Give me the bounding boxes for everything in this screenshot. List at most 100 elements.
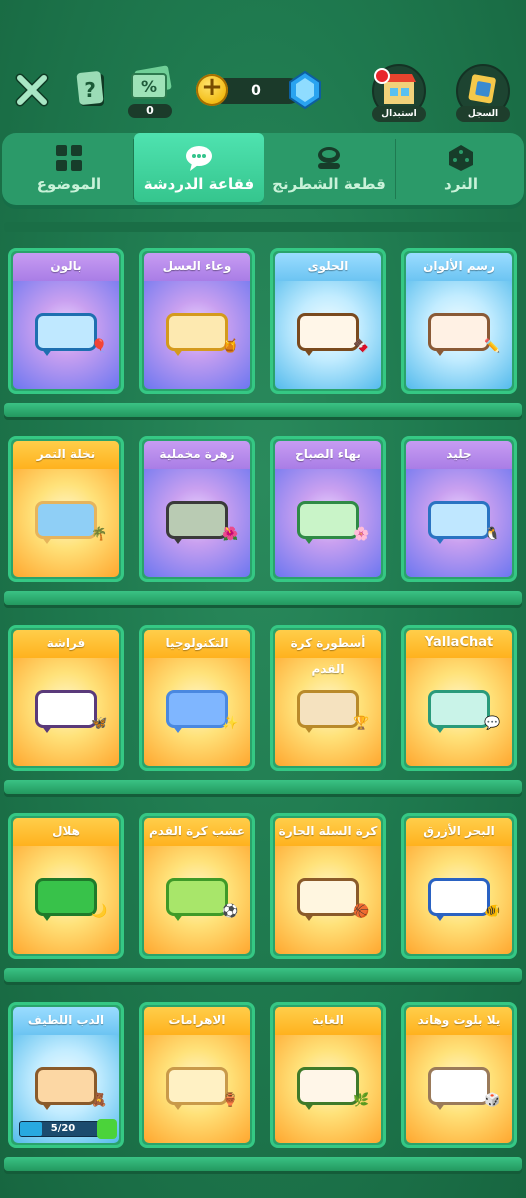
chat-bubble-card[interactable]: وعاء العسل 🍯	[139, 248, 255, 394]
add-coin-icon[interactable]: +	[196, 72, 228, 106]
tab-dice[interactable]: النرد	[396, 133, 526, 205]
card-background: نخلة التمر 🌴	[13, 441, 119, 577]
chat-bubble-card[interactable]: يلا بلوت وهاند 🎲	[401, 1002, 517, 1148]
bubble-tail	[172, 913, 184, 921]
chat-bubble-card[interactable]: نخلة التمر 🌴	[8, 436, 124, 582]
shelf	[4, 403, 522, 417]
card-title: رسم الألوان	[406, 253, 512, 281]
notification-dot	[374, 68, 390, 84]
bubble-tail	[434, 1102, 446, 1110]
bubble-tail	[303, 348, 315, 356]
chat-bubble-card[interactable]: زهرة مخملية 🌺	[139, 436, 255, 582]
decoration-icon: 🌸	[353, 527, 370, 542]
chat-bubble-card[interactable]: جليد 🐧	[401, 436, 517, 582]
decoration-icon: 🦋	[91, 716, 108, 731]
chat-bubble-card[interactable]: الدب اللطيف 🧸 5/20	[8, 1002, 124, 1148]
help-icon[interactable]: ?	[74, 70, 108, 110]
chat-bubble-card[interactable]: بهاء الصباح 🌸	[270, 436, 386, 582]
tab-label: الموضوع	[36, 175, 102, 193]
bubble-tail	[172, 725, 184, 733]
close-icon[interactable]	[14, 72, 50, 108]
currency-value: 0	[251, 83, 261, 99]
decoration-icon: 🌿	[353, 1093, 370, 1108]
history-button[interactable]: السجل	[456, 64, 510, 122]
chat-bubble-card[interactable]: بالون 🎈	[8, 248, 124, 394]
chat-bubble-card[interactable]: الاهرامات 🏺	[139, 1002, 255, 1148]
card-background: عشب كرة القدم ⚽	[144, 818, 250, 954]
category-tabs: الموضوع فقاعة الدردشة قطعة الشطرنج النرد	[2, 133, 524, 205]
decoration-icon: 🏺	[222, 1093, 239, 1108]
chat-bubble-card[interactable]: YallaChat 💬	[401, 625, 517, 771]
chat-bubble-card[interactable]: عشب كرة القدم ⚽	[139, 813, 255, 959]
decoration-icon: 🌺	[222, 527, 239, 542]
chat-bubble-card[interactable]: أسطورة كرة القدم 🏆	[270, 625, 386, 771]
tab-label: النرد	[444, 175, 478, 193]
card-title: الغابة	[275, 1007, 381, 1035]
chat-bubble-card[interactable]: هلال 🌙	[8, 813, 124, 959]
history-label: السجل	[456, 106, 510, 122]
card-background: هلال 🌙	[13, 818, 119, 954]
chat-bubble-card[interactable]: رسم الألوان ✏️	[401, 248, 517, 394]
bubble-preview	[428, 501, 490, 539]
bubble-preview	[35, 501, 97, 539]
card-title: البحر الأزرق	[406, 818, 512, 846]
bubble-tail	[172, 536, 184, 544]
card-title: هلال	[13, 818, 119, 846]
decoration-icon: ⚽	[222, 904, 239, 919]
tab-chess-piece[interactable]: قطعة الشطرنج	[264, 133, 394, 205]
bubble-tail	[434, 725, 446, 733]
exchange-label: استبدال	[372, 106, 426, 122]
shelf	[4, 968, 522, 982]
coupon-button[interactable]: % 0	[126, 64, 176, 118]
chat-bubble-card[interactable]: فراشة 🦋	[8, 625, 124, 771]
tab-chat-bubble[interactable]: فقاعة الدردشة	[134, 133, 264, 205]
shelf	[4, 591, 522, 605]
bubble-preview	[428, 1067, 490, 1105]
tab-label: فقاعة الدردشة	[143, 175, 255, 193]
chat-bubble-card[interactable]: الغابة 🌿	[270, 1002, 386, 1148]
card-title: الدب اللطيف	[13, 1007, 119, 1035]
grid-icon	[56, 145, 82, 171]
bubble-tail	[41, 913, 53, 921]
card-background: يلا بلوت وهاند 🎲	[406, 1007, 512, 1143]
card-title: الاهرامات	[144, 1007, 250, 1035]
card-background: البحر الأزرق 🐠	[406, 818, 512, 954]
chat-bubble-icon	[186, 146, 212, 171]
decoration-icon: 🐠	[484, 904, 501, 919]
bubble-tail	[172, 1102, 184, 1110]
card-title: جليد	[406, 441, 512, 469]
chat-bubble-card[interactable]: التكنولوجيا ✨	[139, 625, 255, 771]
bubble-preview	[166, 313, 228, 351]
bubble-preview	[428, 313, 490, 351]
exchange-button[interactable]: استبدال	[372, 64, 426, 122]
card-title: وعاء العسل	[144, 253, 250, 281]
card-background: جليد 🐧	[406, 441, 512, 577]
card-title: فراشة	[13, 630, 119, 658]
card-title: بالون	[13, 253, 119, 281]
chat-bubble-card[interactable]: الحلوى 🍫	[270, 248, 386, 394]
bubble-preview	[297, 690, 359, 728]
chat-bubble-card[interactable]: البحر الأزرق 🐠	[401, 813, 517, 959]
bubble-tail	[41, 348, 53, 356]
bubble-preview	[428, 878, 490, 916]
currency-display[interactable]: 0 +	[196, 70, 322, 110]
bubble-tail	[434, 913, 446, 921]
card-background: زهرة مخملية 🌺	[144, 441, 250, 577]
tab-theme[interactable]: الموضوع	[4, 133, 134, 205]
decoration-icon: 🍫	[353, 339, 370, 354]
bubble-preview	[166, 1067, 228, 1105]
bubble-tail	[41, 536, 53, 544]
decoration-icon: 🐧	[484, 527, 501, 542]
bubble-preview	[297, 878, 359, 916]
bubble-preview	[297, 313, 359, 351]
card-background: بهاء الصباح 🌸	[275, 441, 381, 577]
chat-bubble-card[interactable]: كرة السلة الحارة 🏀	[270, 813, 386, 959]
decoration-icon: 🎲	[484, 1093, 501, 1108]
card-background: أسطورة كرة القدم 🏆	[275, 630, 381, 766]
shelf	[4, 1157, 522, 1171]
bubble-tail	[303, 725, 315, 733]
card-title: الحلوى	[275, 253, 381, 281]
card-background: التكنولوجيا ✨	[144, 630, 250, 766]
bubble-preview	[428, 690, 490, 728]
card-title: كرة السلة الحارة	[275, 818, 381, 846]
